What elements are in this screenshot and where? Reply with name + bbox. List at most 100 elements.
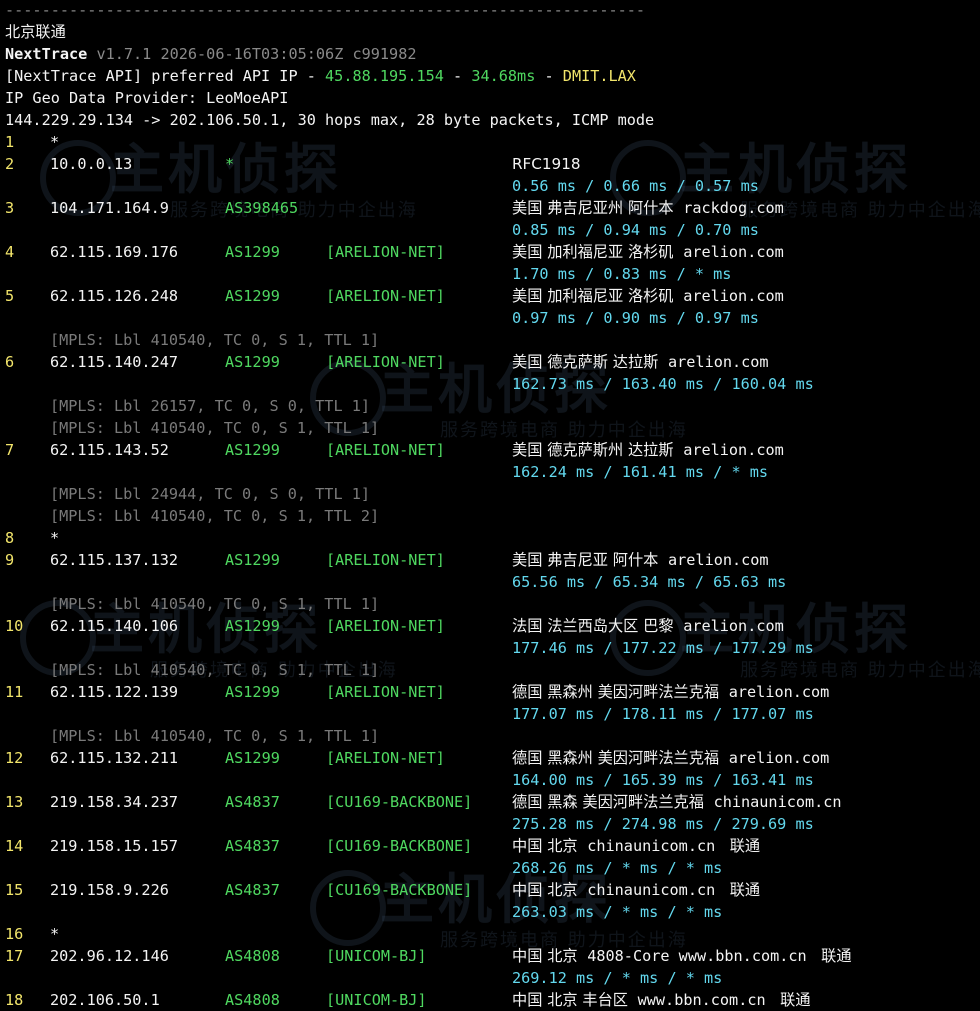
hop-geo: 中国 北京 4808-Core www.bbn.com.cn 联通 [512, 945, 852, 967]
hop-number: 15 [5, 881, 24, 899]
hop-domain: arelion.com [728, 683, 830, 701]
hop-geo: 美国 德克萨斯州 达拉斯 arelion.com [512, 439, 784, 461]
hop-location: 德国 黑森州 美因河畔法兰克福 [512, 683, 720, 701]
mpls-row: [MPLS: Lbl 410540, TC 0, S 1, TTL 1] [5, 593, 980, 615]
mpls-label: [MPLS: Lbl 410540, TC 0, S 1, TTL 1] [50, 331, 380, 349]
hop-ip: 202.96.12.146 [50, 947, 169, 965]
hop-ip: 62.115.137.132 [50, 551, 179, 569]
hop-domain: arelion.com [683, 243, 784, 261]
hop-number: 16 [5, 925, 24, 943]
hop-network-tag: [CU169-BACKBONE] [326, 793, 473, 811]
hop-row: 2 10.0.0.13 * RFC1918 [5, 153, 980, 175]
hop-asn: AS1299 [225, 243, 280, 261]
hop-network-tag: [ARELION-NET] [326, 441, 445, 459]
hop-domain: chinaunicom.cn [587, 881, 716, 899]
hop-domain: arelion.com [728, 749, 830, 767]
hop-domain: chinaunicom.cn [587, 837, 716, 855]
hop-rtt: 0.97 ms / 0.90 ms / 0.97 ms [512, 309, 759, 327]
hop-asn: * [225, 155, 235, 173]
hop-location: 德国 黑森州 美因河畔法兰克福 [512, 749, 720, 767]
mpls-row: [MPLS: Lbl 410540, TC 0, S 1, TTL 1] [5, 725, 980, 747]
hop-ip: 62.115.140.106 [50, 617, 179, 635]
hop-number: 12 [5, 749, 24, 767]
hop-location: 中国 北京 [512, 947, 578, 965]
hop-geo: RFC1918 [512, 153, 581, 175]
hop-network-tag: [UNICOM-BJ] [326, 947, 427, 965]
hop-ip: 62.115.140.247 [50, 353, 179, 371]
hop-domain: arelion.com [683, 441, 784, 459]
hop-number: 11 [5, 683, 24, 701]
hop-domain: arelion.com [668, 551, 769, 569]
hop-row: 8 * [5, 527, 980, 549]
hop-timeout: * [50, 529, 60, 547]
hop-rtt-row: 65.56 ms / 65.34 ms / 65.63 ms [5, 571, 980, 593]
hop-number: 5 [5, 287, 15, 305]
hop-location: 美国 德克萨斯 达拉斯 [512, 353, 659, 371]
hop-rtt: 275.28 ms / 274.98 ms / 279.69 ms [512, 815, 814, 833]
hop-rtt: 268.26 ms / * ms / * ms [512, 859, 723, 877]
hop-number: 4 [5, 243, 15, 261]
hop-asn: AS1299 [225, 353, 280, 371]
mpls-row: [MPLS: Lbl 410540, TC 0, S 1, TTL 1] [5, 659, 980, 681]
hop-domain: arelion.com [683, 617, 784, 635]
hop-asn: AS1299 [225, 683, 280, 701]
hop-geo: 美国 加利福尼亚 洛杉矶 arelion.com [512, 285, 784, 307]
hop-asn: AS1299 [225, 551, 280, 569]
hop-rtt-row: 162.24 ms / 161.41 ms / * ms [5, 461, 980, 483]
hop-rtt-row: 263.03 ms / * ms / * ms [5, 901, 980, 923]
hop-isp: 联通 [729, 837, 761, 855]
hop-asn: AS1299 [225, 749, 280, 767]
hop-rtt-row: 269.12 ms / * ms / * ms [5, 967, 980, 989]
hop-rtt-row: 268.26 ms / * ms / * ms [5, 857, 980, 879]
hop-location: 德国 黑森 美因河畔法兰克福 [512, 793, 704, 811]
hop-rtt-row: 0.85 ms / 0.94 ms / 0.70 ms [5, 219, 980, 241]
hop-location: 中国 北京 丰台区 [512, 991, 628, 1009]
hop-asn: AS1299 [225, 441, 280, 459]
mpls-row: [MPLS: Lbl 26157, TC 0, S 0, TTL 1] [5, 395, 980, 417]
mpls-row: [MPLS: Lbl 410540, TC 0, S 1, TTL 1] [5, 329, 980, 351]
hop-row: 3 104.171.164.9 AS398465 美国 弗吉尼亚州 阿什本 rackd… [5, 197, 980, 219]
hop-rtt: 177.46 ms / 177.22 ms / 177.29 ms [512, 639, 814, 657]
mpls-label: [MPLS: Lbl 410540, TC 0, S 1, TTL 2] [50, 507, 380, 525]
hop-isp: 联通 [821, 947, 852, 965]
mpls-label: [MPLS: Lbl 410540, TC 0, S 1, TTL 1] [50, 727, 380, 745]
hop-network-tag: [ARELION-NET] [326, 353, 445, 371]
hop-isp: 联通 [780, 991, 811, 1009]
geo-provider-line: IP Geo Data Provider: LeoMoeAPI [5, 89, 289, 107]
mpls-row: [MPLS: Lbl 24944, TC 0, S 0, TTL 1] [5, 483, 980, 505]
hop-location: RFC1918 [512, 155, 581, 173]
hop-location: 美国 弗吉尼亚 阿什本 [512, 551, 659, 569]
hop-row: 18 202.106.50.1 AS4808 [UNICOM-BJ] 中国 北京 丰台区… [5, 989, 980, 1011]
hop-number: 6 [5, 353, 15, 371]
hop-rtt: 263.03 ms / * ms / * ms [512, 903, 723, 921]
hop-ip: 62.115.143.52 [50, 441, 169, 459]
hop-ip: 62.115.169.176 [50, 243, 179, 261]
hop-network-tag: [UNICOM-BJ] [326, 991, 427, 1009]
hop-rtt: 65.56 ms / 65.34 ms / 65.63 ms [512, 573, 787, 591]
hop-rtt-row: 0.97 ms / 0.90 ms / 0.97 ms [5, 307, 980, 329]
hop-number: 1 [5, 133, 15, 151]
hop-row: 11 62.115.122.139 AS1299 [ARELION-NET] 德国 黑森… [5, 681, 980, 703]
hop-geo: 美国 弗吉尼亚 阿什本 arelion.com [512, 549, 769, 571]
hop-domain: rackdog.com [683, 199, 784, 217]
hop-ip: 219.158.9.226 [50, 881, 169, 899]
hop-row: 7 62.115.143.52 AS1299 [ARELION-NET] 美国 德克萨斯… [5, 439, 980, 461]
hop-timeout: * [50, 925, 60, 943]
hop-domain: chinaunicom.cn [713, 793, 842, 811]
api-dash: - [443, 67, 472, 85]
hop-asn: AS4808 [225, 991, 280, 1009]
hop-asn: AS1299 [225, 287, 280, 305]
hop-ip: 62.115.132.211 [50, 749, 179, 767]
hop-number: 14 [5, 837, 24, 855]
hop-geo: 德国 黑森 美因河畔法兰克福 chinaunicom.cn [512, 791, 842, 813]
hop-asn: AS4837 [225, 793, 280, 811]
api-latency: 34.68ms [471, 67, 536, 85]
hop-number: 10 [5, 617, 24, 635]
hop-rtt: 162.73 ms / 163.40 ms / 160.04 ms [512, 375, 814, 393]
hop-ip: 62.115.122.139 [50, 683, 179, 701]
hop-location: 中国 北京 [512, 881, 578, 899]
hop-asn: AS398465 [225, 199, 299, 217]
hop-network-tag: [ARELION-NET] [326, 749, 445, 767]
hop-row: 12 62.115.132.211 AS1299 [ARELION-NET] 德国 黑森… [5, 747, 980, 769]
hop-ip: 219.158.15.157 [50, 837, 179, 855]
